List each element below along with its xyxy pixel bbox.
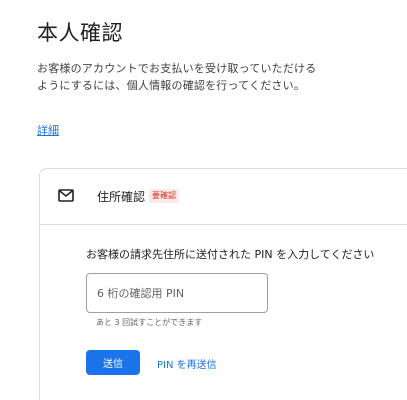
card-title: 住所確認	[97, 190, 146, 204]
attempts-remaining: あと 3 回試すことができます	[96, 318, 203, 327]
status-badge: 要確認	[149, 189, 179, 203]
pin-instruction: お客様の請求先住所に送付された PIN を入力してください	[86, 248, 375, 261]
resend-pin-link[interactable]: PIN を再送信	[157, 356, 217, 371]
pin-input[interactable]	[86, 273, 268, 313]
page-description: お客様のアカウントでお支払いを受け取っていただけるようにするには、個人情報の確認…	[37, 62, 317, 92]
submit-button[interactable]: 送信	[86, 350, 140, 375]
card-header: 住所確認 要確認	[40, 169, 407, 225]
mail-icon	[58, 189, 74, 202]
address-verification-card: 住所確認 要確認 お客様の請求先住所に送付された PIN を入力してください あ…	[39, 168, 407, 400]
details-link[interactable]: 詳細	[37, 122, 59, 138]
identity-verification-page: 本人確認 お客様のアカウントでお支払いを受け取っていただけるようにするには、個人…	[0, 0, 407, 400]
page-title: 本人確認	[37, 21, 123, 45]
